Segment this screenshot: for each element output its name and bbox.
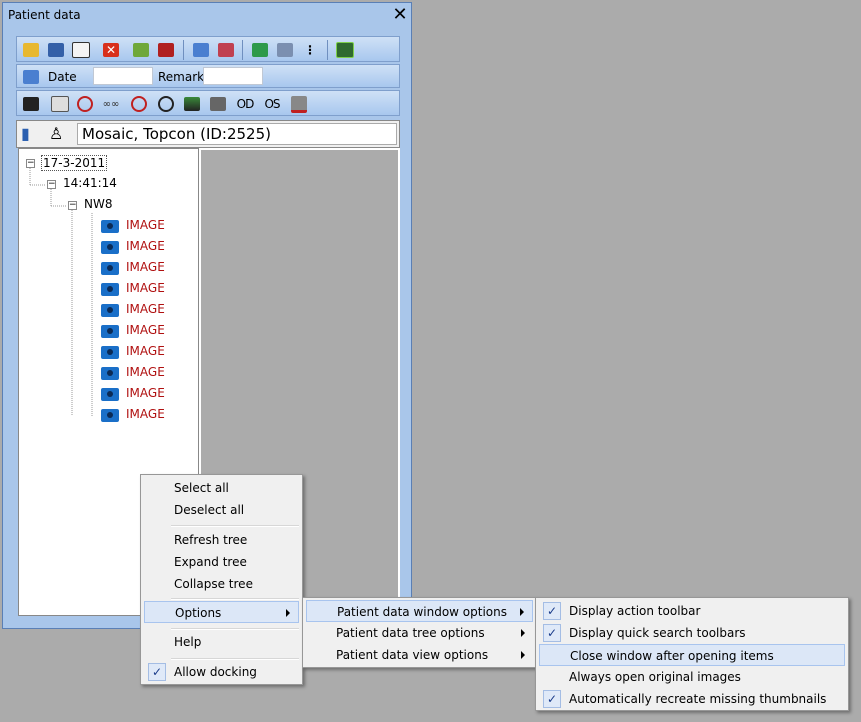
fundus-icon[interactable]	[75, 94, 95, 114]
modality-toolbar: ∞∞ OD OS	[16, 90, 400, 116]
tree-node-group[interactable]: NW8	[84, 197, 112, 211]
collapse-date-icon[interactable]: −	[26, 159, 35, 168]
camera-icon	[101, 367, 119, 380]
checkmark-icon: ✓	[543, 690, 561, 708]
tree-node-image[interactable]: IMAGE	[126, 386, 165, 400]
menu-window-option[interactable]: Close window after opening items	[539, 644, 845, 666]
menu-window-option-label: Automatically recreate missing thumbnail…	[569, 692, 827, 706]
camera-icon	[101, 220, 119, 233]
submenu-arrow-icon	[286, 609, 290, 617]
menu-help[interactable]: Help	[144, 631, 299, 653]
menu-deselect-all[interactable]: Deselect all	[144, 499, 299, 521]
menu-window-options[interactable]: Patient data window options	[306, 600, 533, 622]
close-icon[interactable]: ✕	[391, 6, 409, 24]
submenu-arrow-icon	[521, 629, 525, 637]
menu-window-option-label: Display quick search toolbars	[569, 626, 746, 640]
quick-search-toolbar: Date Remark	[16, 64, 400, 88]
eye-icon[interactable]	[156, 94, 176, 114]
collapse-group-icon[interactable]: −	[68, 201, 77, 210]
grid-delete-icon[interactable]	[289, 94, 309, 114]
target-icon[interactable]	[129, 94, 149, 114]
menu-window-option[interactable]: ✓ Display quick search toolbars	[539, 622, 845, 644]
menu-refresh-tree[interactable]: Refresh tree	[144, 529, 299, 551]
tree-node-image[interactable]: IMAGE	[126, 365, 165, 379]
video-icon[interactable]	[21, 94, 41, 114]
camera-icon	[101, 304, 119, 317]
camera-icon	[101, 241, 119, 254]
remark-field[interactable]	[203, 67, 263, 85]
window-title: Patient data	[8, 8, 81, 22]
window-options-submenu: ✓ Display action toolbar ✓ Display quick se…	[535, 597, 849, 711]
submenu-arrow-icon	[520, 608, 524, 616]
camera-icon	[101, 283, 119, 296]
menu-view-options[interactable]: Patient data view options	[306, 644, 533, 666]
open-folder-icon[interactable]	[21, 40, 41, 60]
patient-bar: ▮ ♙ Mosaic, Topcon (ID:2525)	[16, 120, 400, 148]
checkmark-icon: ✓	[148, 663, 166, 681]
person-icon[interactable]: ♙	[49, 124, 63, 144]
action-toolbar: ✕ ⋮	[16, 36, 400, 62]
menu-window-option-label: Always open original images	[569, 670, 741, 684]
report-icon[interactable]	[156, 40, 176, 60]
menu-allow-docking[interactable]: ✓ Allow docking	[144, 661, 299, 683]
menu-window-option[interactable]: Always open original images	[539, 666, 845, 688]
collapse-time-icon[interactable]: −	[47, 180, 56, 189]
date-label: Date	[48, 70, 77, 84]
menu-select-all[interactable]: Select all	[144, 477, 299, 499]
calendar-search-icon[interactable]	[21, 67, 41, 87]
title-bar[interactable]: Patient data ✕	[3, 3, 411, 27]
checkmark-icon: ✓	[543, 624, 561, 642]
os-icon[interactable]: OS	[262, 94, 282, 114]
menu-collapse-tree[interactable]: Collapse tree	[144, 573, 299, 595]
tree-node-date[interactable]: 17-3-2011	[41, 155, 108, 171]
camera-icon	[101, 262, 119, 275]
context-menu: Select all Deselect all Refresh tree Exp…	[140, 474, 303, 685]
submenu-arrow-icon	[521, 651, 525, 659]
tree-node-image[interactable]: IMAGE	[126, 260, 165, 274]
check-icon[interactable]	[191, 40, 211, 60]
bino-icon[interactable]: ∞∞	[101, 94, 121, 114]
print-icon[interactable]	[46, 40, 66, 60]
delete-icon[interactable]: ✕	[101, 40, 121, 60]
menu-window-option-label: Display action toolbar	[569, 604, 701, 618]
tree-node-image[interactable]: IMAGE	[126, 281, 165, 295]
tree-node-image[interactable]: IMAGE	[126, 323, 165, 337]
tree-node-time[interactable]: 14:41:14	[63, 176, 117, 190]
tree-icon[interactable]	[275, 40, 295, 60]
od-icon[interactable]: OD	[235, 94, 255, 114]
camera-icon	[101, 346, 119, 359]
menu-window-option-label: Close window after opening items	[570, 649, 774, 663]
patient-name: Mosaic, Topcon (ID:2525)	[77, 123, 397, 145]
more-icon[interactable]: ⋮	[300, 40, 320, 60]
camera-icon	[101, 325, 119, 338]
stereo-icon[interactable]	[50, 94, 70, 114]
menu-options[interactable]: Options	[144, 601, 299, 623]
tree-node-image[interactable]: IMAGE	[126, 344, 165, 358]
menu-window-option[interactable]: ✓ Automatically recreate missing thumbnai…	[539, 688, 845, 710]
menu-expand-tree[interactable]: Expand tree	[144, 551, 299, 573]
checkmark-icon: ✓	[543, 602, 561, 620]
transfer-icon[interactable]	[216, 40, 236, 60]
search-document-icon[interactable]	[71, 40, 91, 60]
tree-node-image[interactable]: IMAGE	[126, 302, 165, 316]
grid-icon[interactable]	[208, 94, 228, 114]
camera-icon	[101, 388, 119, 401]
layer-icon[interactable]	[182, 94, 202, 114]
remark-label: Remark	[158, 70, 205, 84]
options-submenu: Patient data window options Patient data…	[302, 597, 537, 668]
camera-icon	[101, 409, 119, 422]
tree-node-image[interactable]: IMAGE	[126, 239, 165, 253]
menu-window-option[interactable]: ✓ Display action toolbar	[539, 600, 845, 622]
refresh-icon[interactable]	[250, 40, 270, 60]
date-field[interactable]	[93, 67, 153, 85]
tree-node-image[interactable]: IMAGE	[126, 218, 165, 232]
settings-icon[interactable]	[335, 40, 355, 60]
tree-node-image[interactable]: IMAGE	[126, 407, 165, 421]
edit-icon[interactable]	[131, 40, 151, 60]
patient-list-icon[interactable]: ▮	[21, 124, 39, 144]
menu-tree-options[interactable]: Patient data tree options	[306, 622, 533, 644]
